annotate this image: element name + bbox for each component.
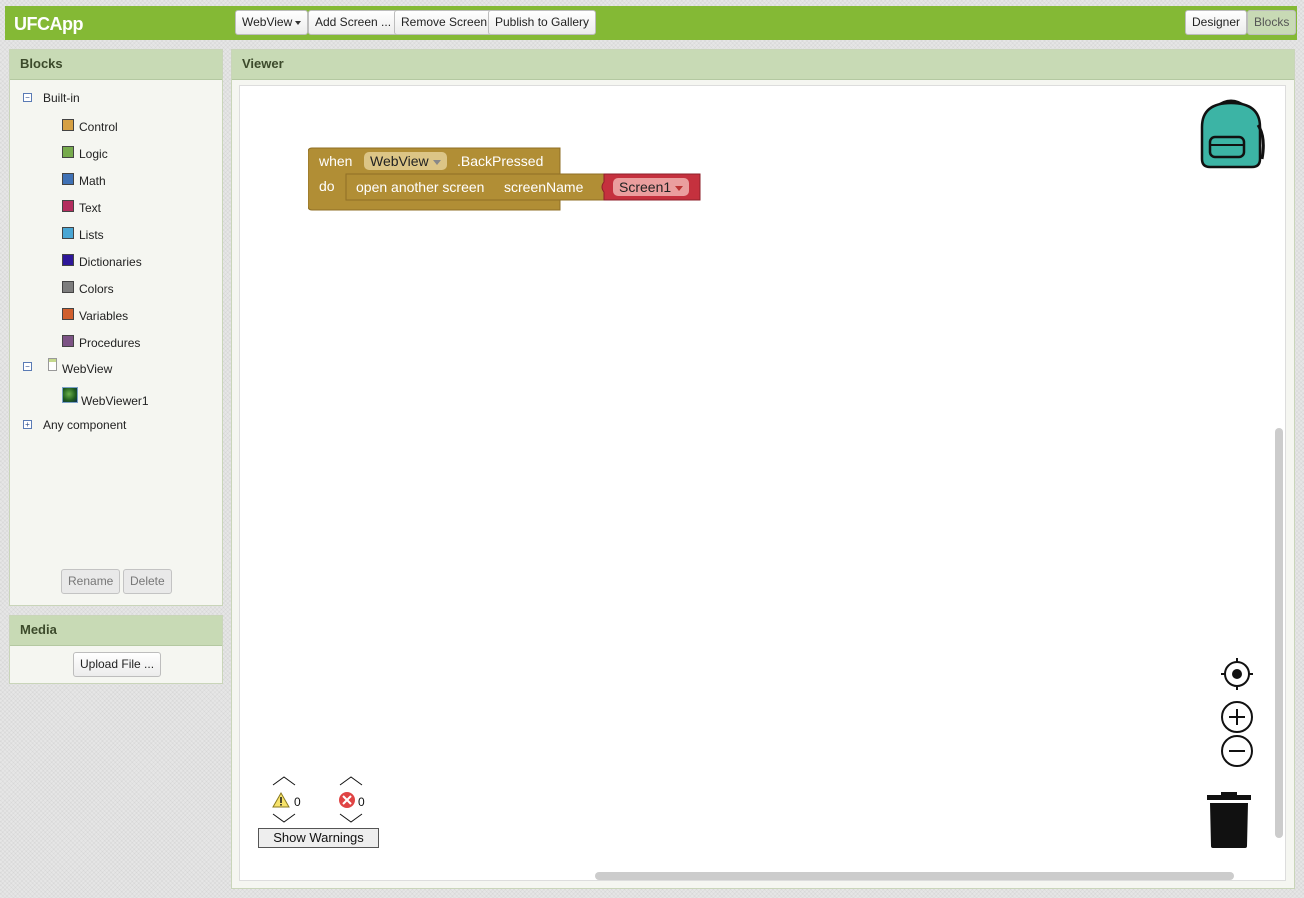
tree-item-math[interactable]: Math [79,174,106,188]
screen-value-dropdown[interactable]: Screen1 [613,178,690,196]
control-swatch-icon [62,119,74,131]
delete-button[interactable]: Delete [123,569,172,594]
errors-prev-icon[interactable] [339,776,363,786]
tree-item-procedures[interactable]: Procedures [79,336,140,350]
logic-swatch-icon [62,146,74,158]
param-label: screenName [504,179,584,195]
remove-screen-button[interactable]: Remove Screen [394,10,495,35]
chevron-down-icon [675,185,684,191]
trash-icon[interactable] [1207,792,1251,848]
top-toolbar: UFCApp WebView Add Screen ... Remove Scr… [5,6,1297,40]
vertical-scrollbar[interactable] [1275,428,1283,838]
component-dropdown[interactable]: WebView [364,152,447,170]
tree-item-dictionaries[interactable]: Dictionaries [79,255,142,269]
dictionaries-swatch-icon [62,254,74,266]
app-title: UFCApp [14,14,83,34]
warning-icon [272,792,290,808]
blocks-panel-title: Blocks [10,50,222,80]
rename-button[interactable]: Rename [61,569,121,594]
tree-any-component[interactable]: Any component [43,418,126,432]
text-swatch-icon [62,200,74,212]
tree-item-logic[interactable]: Logic [79,147,108,161]
upload-file-button[interactable]: Upload File ... [73,652,162,677]
blocks-button[interactable]: Blocks [1247,10,1297,35]
procedures-swatch-icon [62,335,74,347]
expand-any-component-icon[interactable]: + [23,420,32,429]
event-name-label: .BackPressed [457,153,544,169]
warnings-count: 0 [294,795,301,809]
tree-item-control[interactable]: Control [79,120,118,134]
error-icon [339,792,355,808]
zoom-in-icon[interactable] [1220,700,1254,734]
collapse-webview-icon[interactable]: − [23,362,32,371]
math-swatch-icon [62,173,74,185]
tree-item-lists[interactable]: Lists [79,228,104,242]
screen-select-dropdown[interactable]: WebView [235,10,309,35]
media-panel-title: Media [10,616,222,646]
component-dropdown-label: WebView [370,153,429,169]
colors-swatch-icon [62,281,74,293]
tree-item-variables[interactable]: Variables [79,309,128,323]
tree-builtin[interactable]: Built-in [43,91,80,105]
tree-webviewer1[interactable]: WebViewer1 [81,394,149,408]
designer-button[interactable]: Designer [1185,10,1248,35]
show-warnings-button[interactable]: Show Warnings [258,828,379,848]
screen-select-label: WebView [242,15,293,29]
backpack-icon[interactable] [1196,97,1266,169]
errors-count: 0 [358,795,365,809]
viewer-panel-title: Viewer [232,50,1294,80]
webviewer-globe-icon [62,387,78,403]
tree-item-colors[interactable]: Colors [79,282,114,296]
screen-value-label: Screen1 [619,179,672,195]
tree-webview[interactable]: WebView [62,362,112,376]
errors-next-icon[interactable] [339,813,363,823]
zoom-out-icon[interactable] [1220,734,1254,768]
blocks-panel: Blocks − Built-in Control Logic Math Text Li… [9,49,223,606]
collapse-builtin-icon[interactable]: − [23,93,32,102]
lists-swatch-icon [62,227,74,239]
screen-icon [48,358,57,371]
recenter-icon[interactable] [1221,658,1253,690]
blocks-workspace[interactable]: when WebView .BackPressed do open anothe… [239,85,1286,881]
add-screen-button[interactable]: Add Screen ... [308,10,399,35]
chevron-down-icon [295,20,302,25]
warnings-next-icon[interactable] [272,813,296,823]
horizontal-scrollbar[interactable] [595,872,1234,880]
media-panel: Media Upload File ... [9,615,223,684]
block-when-label: when [319,153,353,169]
warnings-prev-icon[interactable] [272,776,296,786]
publish-gallery-button[interactable]: Publish to Gallery [488,10,597,35]
variables-swatch-icon [62,308,74,320]
tree-item-text[interactable]: Text [79,201,101,215]
action-label: open another screen [356,179,485,195]
chevron-down-icon [432,159,441,165]
block-do-label: do [319,178,335,194]
